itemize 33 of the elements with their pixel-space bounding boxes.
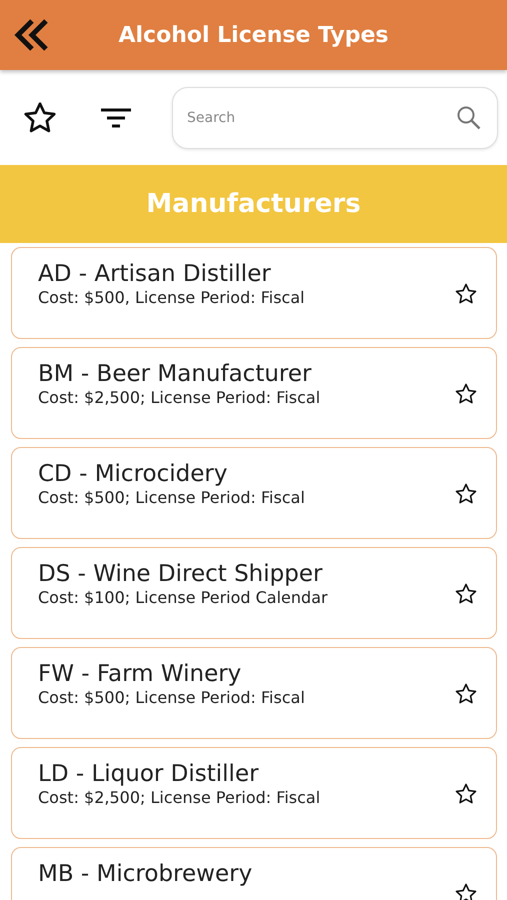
license-title: FW - Farm Winery <box>38 660 242 688</box>
license-detail: Cost: $500; License Period: Fiscal <box>38 488 306 507</box>
license-card[interactable]: MB - Microbrewery <box>11 847 497 900</box>
license-card[interactable]: FW - Farm Winery Cost: $500; License Period: Fiscal <box>11 647 497 739</box>
favorite-star-icon[interactable] <box>454 382 478 406</box>
license-title: BM - Beer Manufacturer <box>38 360 312 388</box>
favorite-star-icon[interactable] <box>454 682 478 706</box>
license-detail: Cost: $500; License Period: Fiscal <box>38 688 306 707</box>
star-icon[interactable] <box>22 100 58 136</box>
license-card[interactable]: BM - Beer Manufacturer Cost: $2,500; License Period: Fiscal <box>11 347 497 439</box>
license-detail: Cost: $2,500; License Period: Fiscal <box>38 788 322 807</box>
license-card[interactable]: DS - Wine Direct Shipper Cost: $100; License Period Calendar <box>11 547 497 639</box>
back-icon[interactable] <box>14 17 50 53</box>
license-card[interactable]: CD - Microcidery Cost: $500; License Period: Fiscal <box>11 447 497 539</box>
license-title: LD - Liquor Distiller <box>38 760 260 788</box>
favorite-star-icon[interactable] <box>454 282 478 306</box>
favorite-star-icon[interactable] <box>454 882 478 900</box>
search-field[interactable]: Search <box>172 86 498 148</box>
page-title: Alcohol License Types <box>117 22 390 48</box>
license-title: MB - Microbrewery <box>38 860 254 888</box>
favorite-star-icon[interactable] <box>454 782 478 806</box>
search-icon[interactable] <box>456 104 482 130</box>
favorite-star-icon[interactable] <box>454 582 478 606</box>
license-detail: Cost: $500, License Period: Fiscal <box>38 288 306 307</box>
favorite-star-icon[interactable] <box>454 482 478 506</box>
license-title: CD - Microcidery <box>38 460 228 488</box>
license-title: AD - Artisan Distiller <box>38 260 272 288</box>
license-detail: Cost: $2,500; License Period: Fiscal <box>38 388 322 407</box>
license-card[interactable]: LD - Liquor Distiller Cost: $2,500; License Period: Fiscal <box>11 747 497 839</box>
section-title: Manufacturers <box>146 189 361 219</box>
license-title: DS - Wine Direct Shipper <box>38 560 324 588</box>
license-detail: Cost: $100; License Period Calendar <box>38 588 329 607</box>
license-card[interactable]: AD - Artisan Distiller Cost: $500, License Period: Fiscal <box>11 247 497 339</box>
